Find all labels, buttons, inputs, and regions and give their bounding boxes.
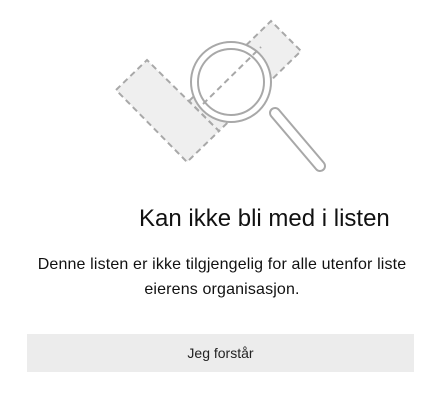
ok-button[interactable]: Jeg forstår <box>27 334 414 372</box>
dialog-title: Kan ikke bli med i listen <box>139 205 390 232</box>
magnifier-icon <box>190 41 326 172</box>
dialog: Kan ikke bli med i listen Denne listen e… <box>0 0 444 400</box>
list-search-illustration-icon <box>108 18 338 183</box>
dialog-message: Denne listen er ikke tilgjengelig for al… <box>37 256 407 298</box>
